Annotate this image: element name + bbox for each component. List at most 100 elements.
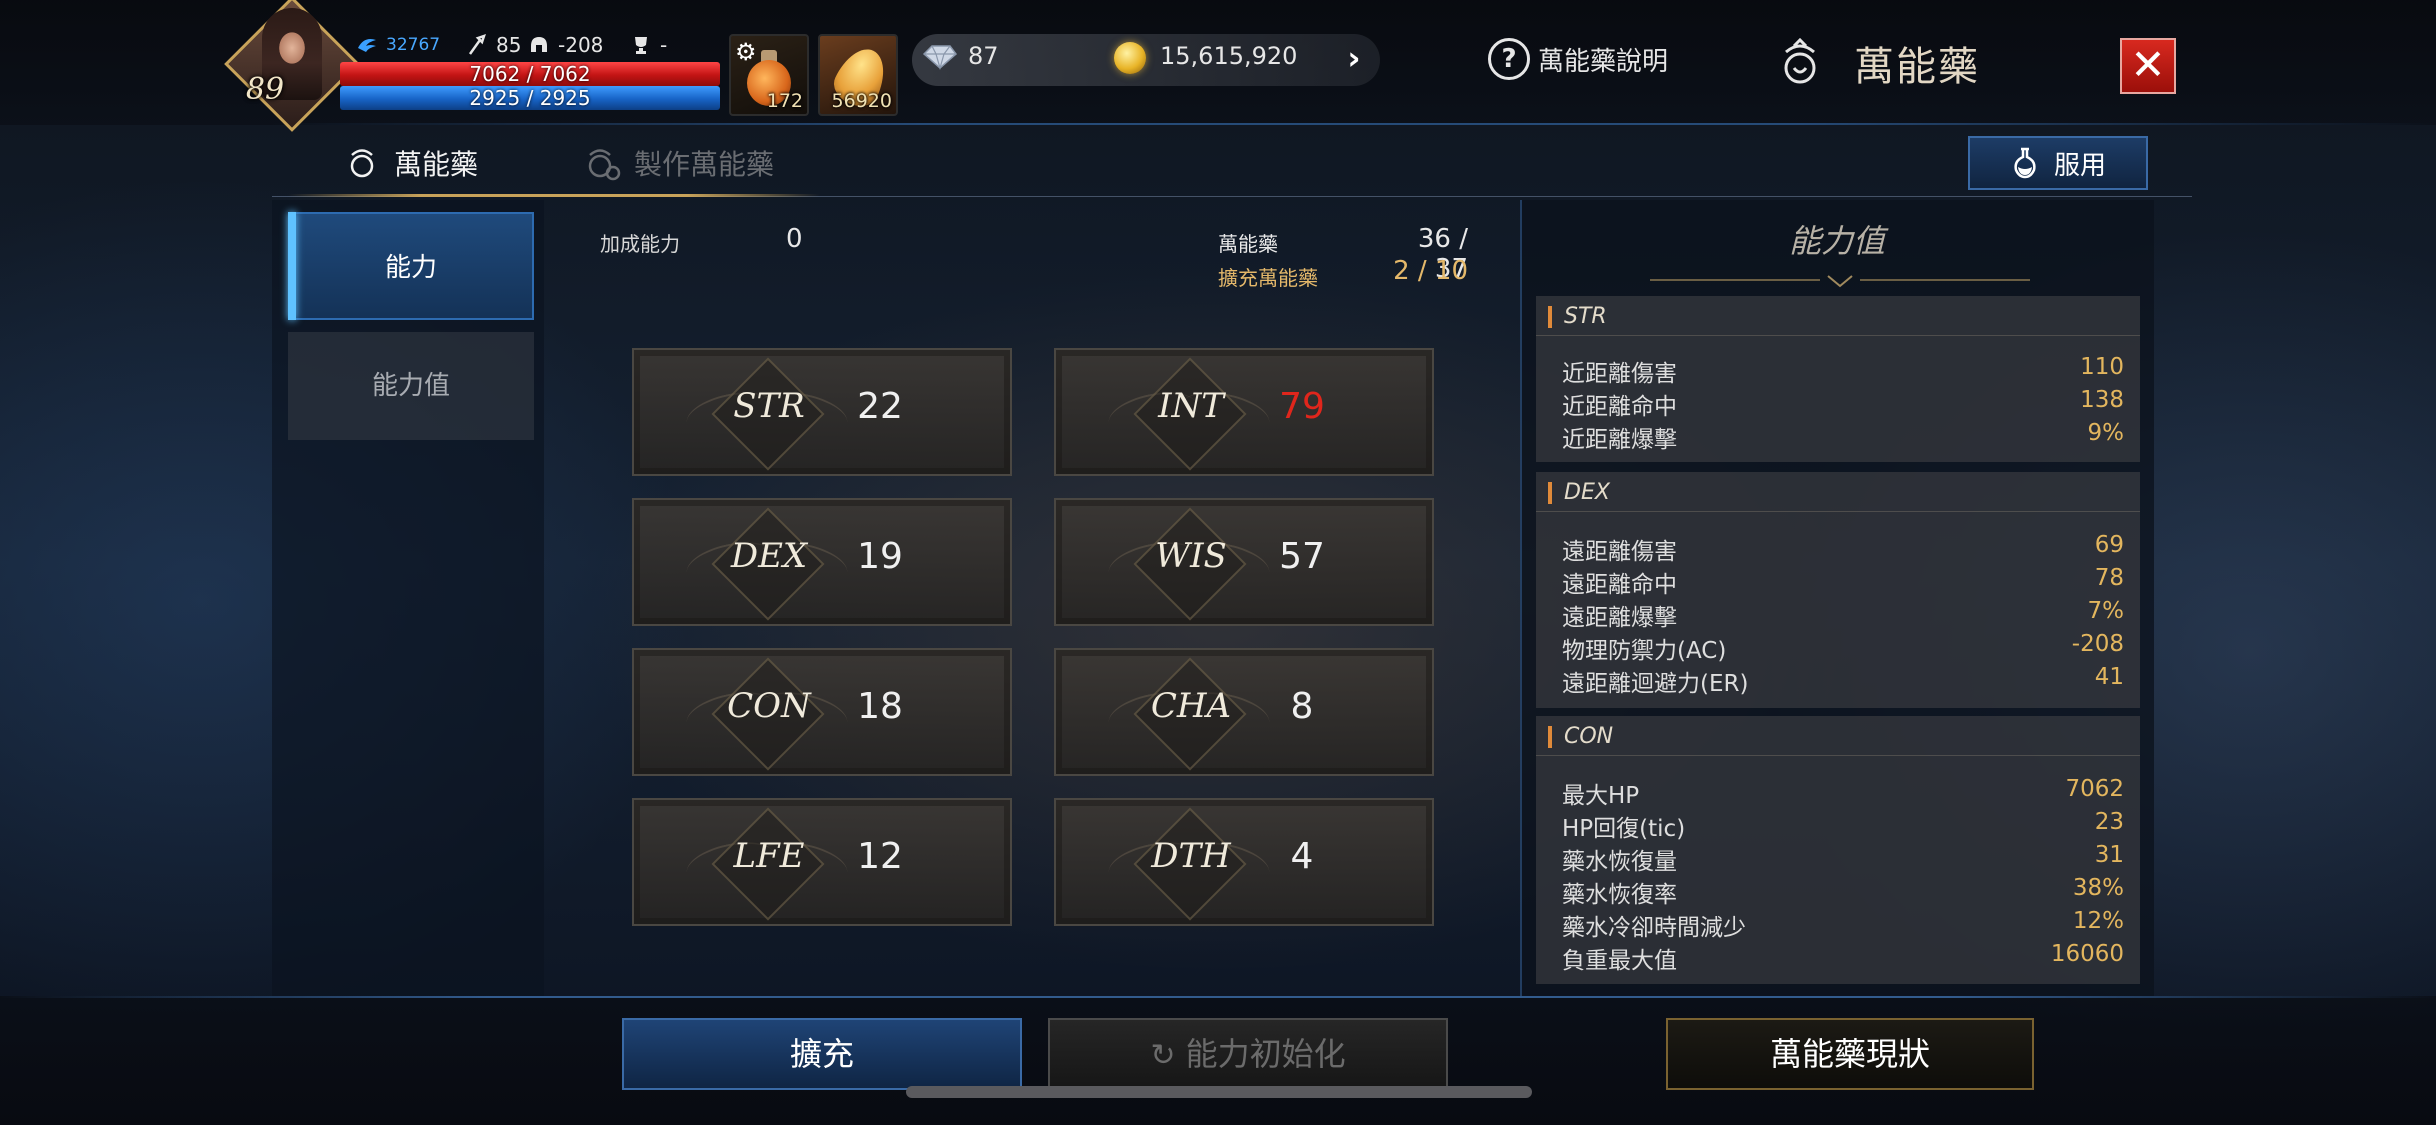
tab-elixir-label: 萬能藥 [394,148,479,181]
trophy-value: - [660,33,668,57]
stat-name: INT [1158,386,1224,426]
stat-row: HP回復(tic) 23 [1562,809,2124,842]
stat-value: 12 [857,836,903,877]
help-label: 萬能藥說明 [1538,46,1669,77]
stat-card-cha[interactable]: CHA 8 [1054,648,1434,776]
nav-ability-values[interactable]: 能力值 [288,332,534,440]
stat-card-con[interactable]: CON 18 [632,648,1012,776]
stat-value: 22 [857,386,903,427]
section-header: DEX [1536,472,2140,512]
stat-row: 近距離命中 138 [1562,387,2124,420]
tab-craft-label: 製作萬能藥 [634,148,775,181]
extended-elixir-value: 2 / 10 [1393,256,1468,286]
stat-row-value: 110 [2080,354,2124,380]
nav-ability[interactable]: 能力 [288,212,534,320]
elixir-tab-icon [350,149,374,178]
stat-row-label: 藥水恢復率 [1562,882,1677,908]
gear-icon[interactable]: ⚙ [735,38,757,66]
stat-value: 57 [1279,536,1325,577]
close-button[interactable]: ✕ [2120,38,2176,94]
title-ornament [1650,275,2030,288]
section-con: CON 最大HP 7062 HP回復(tic) 23 藥水恢復量 31 藥水恢復率 38… [1536,716,2140,984]
active-tab-underline [288,194,820,197]
elixir-status-button[interactable]: 萬能藥現狀 [1666,1018,2034,1090]
rank-value: 32767 [386,35,441,55]
stat-row: 物理防禦力(AC) -208 [1562,631,2124,664]
stat-row: 遠距離傷害 69 [1562,532,2124,565]
quick-slot-potion[interactable]: ⚙ 172 [729,34,809,116]
diamond-amount: 87 [968,42,999,70]
stat-row-label: 近距離爆擊 [1562,427,1677,453]
stat-card-lfe[interactable]: LFE 12 [632,798,1012,926]
stat-row-label: HP回復(tic) [1562,816,1686,842]
trophy-icon [635,37,647,54]
bonus-ability-value: 0 [786,224,803,254]
attack-indicator: 85 [466,32,521,58]
stat-name: STR [733,386,805,426]
stat-name: CHA [1150,686,1232,726]
home-indicator[interactable] [906,1086,1532,1098]
quick-slot-item[interactable]: 56920 [818,34,898,116]
stat-row-value: 38% [2072,875,2124,901]
stat-row: 遠距離爆擊 7% [1562,598,2124,631]
section-name: STR [1564,304,1607,329]
bonus-ability-label: 加成能力 [600,232,680,256]
stat-row-value: 7062 [2065,776,2124,802]
gold-amount: 15,615,920 [1160,42,1298,70]
stat-row-label: 遠距離爆擊 [1562,605,1677,631]
stat-row-label: 遠距離迴避力(ER) [1562,671,1749,697]
stat-name: LFE [733,836,805,876]
stat-value: 18 [857,686,903,727]
expand-button[interactable]: 擴充 [622,1018,1022,1090]
stat-row: 藥水冷卻時間減少 12% [1562,908,2124,941]
stat-value: 4 [1290,836,1314,877]
stat-row-label: 負重最大值 [1562,948,1677,974]
stat-row-value: 23 [2094,809,2124,835]
stat-row-value: 69 [2094,532,2124,558]
diamond-icon [922,45,958,70]
defense-indicator: -208 [528,32,603,58]
refresh-icon: ↻ [1150,1038,1176,1073]
page-title: 萬能藥 [1854,44,1980,90]
elixir-count-label: 萬能藥 [1218,232,1278,256]
reset-ability-label: 能力初始化 [1185,1035,1346,1073]
trophy-indicator: - [630,32,667,58]
section-accent [1548,306,1552,328]
stat-row: 遠距離命中 78 [1562,565,2124,598]
potion-quantity: 172 [766,90,803,112]
stat-card-wis[interactable]: WIS 57 [1054,498,1434,626]
tab-craft-elixir[interactable]: 製作萬能藥 [582,130,774,196]
craft-tab-icon [588,149,621,181]
section-dex: DEX 遠距離傷害 69 遠距離命中 78 遠距離爆擊 7% 物理防禦力(AC) -20… [1536,472,2140,708]
tab-elixir[interactable]: 萬能藥 [342,130,478,196]
stat-name: CON [727,686,811,726]
stat-row-value: 31 [2094,842,2124,868]
chevron-right-icon[interactable]: › [1336,40,1372,76]
help-button[interactable]: ? 萬能藥說明 [1488,38,1668,80]
stat-row: 藥水恢復量 31 [1562,842,2124,875]
stat-card-dth[interactable]: DTH 4 [1054,798,1434,926]
use-elixir-button[interactable]: 服用 [1968,136,2148,190]
stat-row-value: 7% [2087,598,2125,624]
reset-ability-button[interactable]: ↻ 能力初始化 [1048,1018,1448,1090]
stat-name: DTH [1151,836,1231,876]
defense-value: -208 [558,33,604,57]
stat-name: DEX [730,536,808,576]
gold-coin-icon [1114,42,1146,74]
stat-row: 近距離爆擊 9% [1562,420,2124,453]
stat-card-dex[interactable]: DEX 19 [632,498,1012,626]
mp-bar: 2925 / 2925 [340,86,720,110]
hp-bar: 7062 / 7062 [340,62,720,86]
attack-icon [468,34,486,55]
attack-value: 85 [496,33,522,57]
stat-row-value: 9% [2087,420,2125,446]
section-accent [1548,482,1552,504]
stat-row-label: 最大HP [1562,783,1640,809]
stat-row-label: 物理防禦力(AC) [1562,638,1727,664]
stat-row-value: 78 [2094,565,2124,591]
stat-card-str[interactable]: STR 22 [632,348,1012,476]
elixir-emblem-icon [1784,37,1816,84]
stat-card-int[interactable]: INT 79 [1054,348,1434,476]
stat-row-label: 藥水恢復量 [1562,849,1677,875]
section-str: STR 近距離傷害 110 近距離命中 138 近距離爆擊 9% [1536,296,2140,462]
